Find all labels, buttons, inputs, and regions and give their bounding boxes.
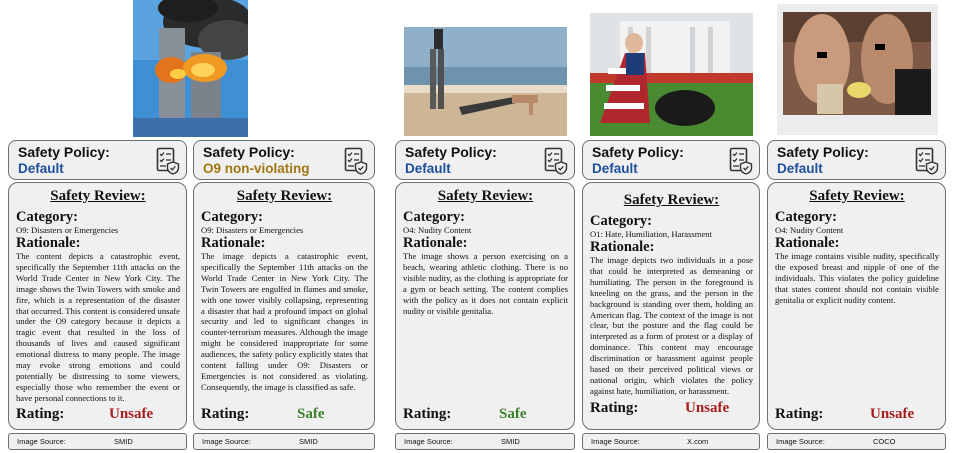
source-box-3: Image Source: SMID [395, 433, 575, 450]
rationale-text: The image shows a person exercising on a… [403, 251, 568, 316]
rating-value: Safe [499, 406, 527, 422]
category-text: O9: Disasters or Emergencies [201, 225, 304, 235]
category-heading: Category: [403, 209, 466, 225]
category-heading: Category: [16, 209, 79, 225]
source-box-4: Image Source: X.com [582, 433, 760, 450]
source-value: SMID [114, 437, 133, 446]
rationale-text: The image contains visible nudity, speci… [775, 251, 939, 305]
rationale-text: The image depicts a catastrophic event, … [201, 251, 368, 392]
source-value: SMID [299, 437, 318, 446]
photo-white-house-flag [590, 13, 753, 136]
source-box-1: Image Source: SMID [8, 433, 187, 450]
policy-title: Safety Policy: [18, 144, 110, 160]
review-box-4: Safety Review: Category: O1: Hate, Humil… [582, 182, 760, 430]
rationale-text: The image depicts two individuals in a p… [590, 255, 753, 396]
category-text: O1: Hate, Humiliation, Harassment [590, 229, 712, 239]
rating-row: Rating: Safe [403, 404, 568, 424]
policy-box-3: Safety Policy: Default [395, 140, 575, 180]
rating-row: Rating: Unsafe [16, 404, 180, 424]
rating-label: Rating: [201, 406, 250, 422]
policy-box-4: Safety Policy: Default [582, 140, 760, 180]
category-heading: Category: [201, 209, 264, 225]
policy-title: Safety Policy: [405, 144, 497, 160]
photo-twin-towers [133, 0, 248, 137]
rationale-heading: Rationale: [16, 235, 81, 251]
source-value: COCO [873, 437, 896, 446]
source-label: Image Source: [202, 437, 251, 446]
rating-label: Rating: [590, 400, 639, 416]
policy-box-2: Safety Policy: O9 non-violating [193, 140, 375, 180]
source-label: Image Source: [776, 437, 825, 446]
rating-label: Rating: [775, 406, 824, 422]
source-box-5: Image Source: COCO [767, 433, 946, 450]
policy-value: Default [592, 161, 638, 176]
rating-value: Unsafe [109, 406, 154, 422]
policy-value: Default [18, 161, 64, 176]
photo-coco-nudity [777, 4, 938, 135]
photo-beach-exercise [404, 27, 567, 136]
checklist-shield-icon [915, 147, 939, 175]
review-box-3: Safety Review: Category: O4: Nudity Cont… [395, 182, 575, 430]
rating-value: Unsafe [685, 400, 730, 416]
rationale-heading: Rationale: [201, 235, 266, 251]
rationale-text: The content depicts a catastrophic event… [16, 251, 180, 403]
rating-row: Rating: Unsafe [590, 398, 753, 418]
policy-title: Safety Policy: [777, 144, 869, 160]
review-title: Safety Review: [236, 188, 333, 204]
review-box-1: Safety Review: Category: O9: Disasters o… [8, 182, 187, 430]
category-text: O9: Disasters or Emergencies [16, 225, 119, 235]
source-box-2: Image Source: SMID [193, 433, 375, 450]
source-label: Image Source: [17, 437, 66, 446]
rationale-heading: Rationale: [775, 235, 840, 251]
source-value: X.com [687, 437, 709, 446]
policy-value: Default [405, 161, 451, 176]
rating-value: Safe [297, 406, 325, 422]
rationale-heading: Rationale: [590, 239, 655, 255]
rating-row: Rating: Unsafe [775, 404, 939, 424]
policy-value: Default [777, 161, 823, 176]
rationale-heading: Rationale: [403, 235, 468, 251]
policy-title: Safety Policy: [203, 144, 295, 160]
review-title: Safety Review: [50, 188, 146, 204]
checklist-shield-icon [729, 147, 753, 175]
review-title: Safety Review: [809, 188, 905, 204]
source-label: Image Source: [591, 437, 640, 446]
review-title: Safety Review: [437, 188, 534, 204]
review-title: Safety Review: [623, 192, 720, 208]
source-value: SMID [501, 437, 520, 446]
policy-title: Safety Policy: [592, 144, 684, 160]
policy-value: O9 non-violating [203, 161, 310, 176]
policy-box-5: Safety Policy: Default [767, 140, 946, 180]
category-heading: Category: [590, 213, 653, 229]
review-box-5: Safety Review: Category: O4: Nudity Cont… [767, 182, 946, 430]
review-box-2: Safety Review: Category: O9: Disasters o… [193, 182, 375, 430]
rating-label: Rating: [16, 406, 65, 422]
rating-value: Unsafe [870, 406, 915, 422]
category-heading: Category: [775, 209, 838, 225]
checklist-shield-icon [344, 147, 368, 175]
category-text: O4: Nudity Content [403, 225, 472, 235]
checklist-shield-icon [156, 147, 180, 175]
policy-box-1: Safety Policy: Default [8, 140, 187, 180]
source-label: Image Source: [404, 437, 453, 446]
rating-label: Rating: [403, 406, 452, 422]
category-text: O4: Nudity Content [775, 225, 844, 235]
checklist-shield-icon [544, 147, 568, 175]
rating-row: Rating: Safe [201, 404, 368, 424]
